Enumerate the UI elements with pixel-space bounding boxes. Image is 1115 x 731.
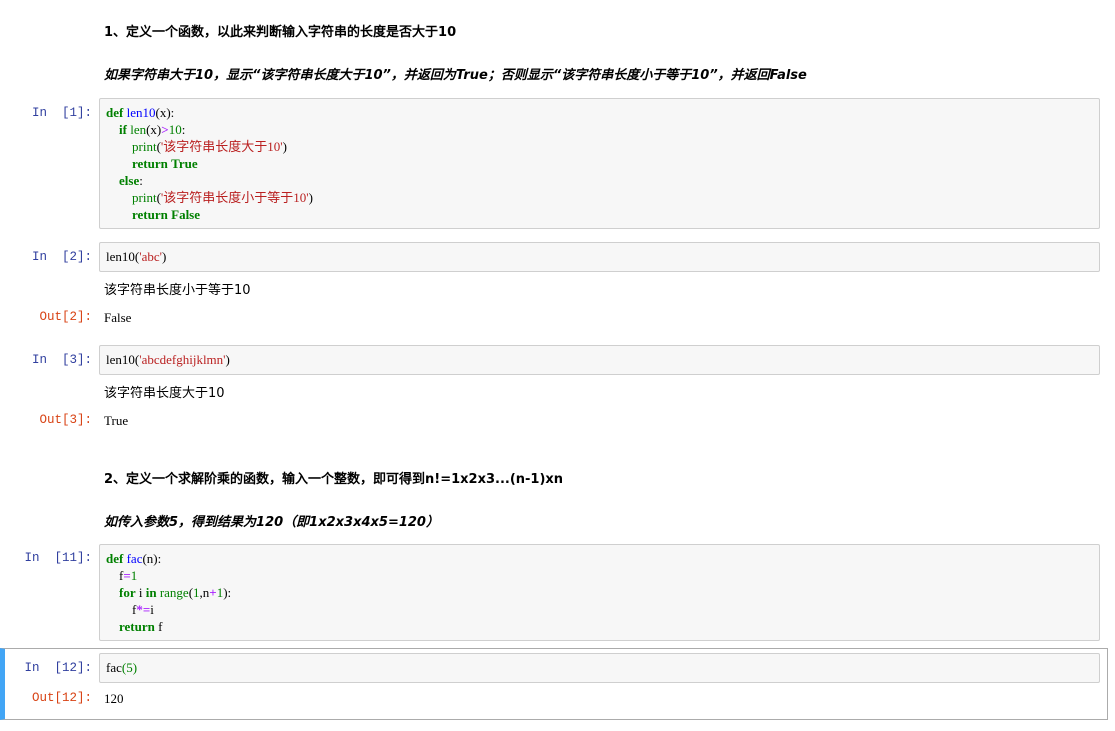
- func-sig: (x):: [155, 105, 175, 120]
- op-eq: =: [123, 568, 131, 583]
- code-cell-2[interactable]: len10('abc'): [99, 242, 1100, 272]
- stdout-3: 该字符串长度大于10: [104, 386, 225, 401]
- kw-for: for: [119, 585, 136, 600]
- comma-n: ,n: [199, 585, 210, 600]
- kw-else: else: [119, 173, 140, 188]
- call-name: len10: [106, 249, 135, 264]
- markdown-heading-1: 1、定义一个函数，以此来判断输入字符串的长度是否大于10: [104, 25, 457, 40]
- string-literal: '该字符串长度小于等于10': [160, 190, 309, 205]
- string-literal: '该字符串长度大于10': [160, 139, 283, 154]
- cond-arg: (x): [146, 122, 162, 137]
- func-name: fac: [126, 551, 143, 566]
- string-literal: 'abc': [139, 249, 162, 264]
- kw-false: False: [171, 207, 201, 222]
- kw-return: return: [132, 207, 168, 222]
- colon: :: [181, 122, 186, 137]
- builtin-print: print: [132, 190, 157, 205]
- code-editor-12[interactable]: fac(5): [106, 659, 137, 676]
- op-muleq: *=: [136, 602, 151, 617]
- kw-true: True: [171, 156, 198, 171]
- num-ten: 10: [168, 122, 182, 137]
- num-one: 1: [130, 568, 138, 583]
- call-name: fac: [106, 660, 122, 675]
- code-cell-3[interactable]: len10('abcdefghijklmn'): [99, 345, 1100, 375]
- kw-return: return: [119, 619, 155, 634]
- code-editor-3[interactable]: len10('abcdefghijklmn'): [106, 351, 230, 368]
- code-cell-11[interactable]: def fac(n): f=1 for i in range(1,n+1): f…: [99, 544, 1100, 641]
- in-prompt-12: In [12]:: [24, 661, 92, 675]
- var-i: i: [150, 602, 154, 617]
- return-value: f: [158, 619, 163, 634]
- output-result-3: True: [104, 413, 129, 428]
- kw-return: return: [132, 156, 168, 171]
- paren-close: ): [132, 660, 138, 675]
- stdout-2: 该字符串长度小于等于10: [104, 283, 251, 298]
- in-prompt-2: In [2]:: [31, 250, 92, 264]
- output-result-2: False: [104, 310, 132, 325]
- code-cell-1[interactable]: def len10(x): if len(x)>10: print('该字符串长…: [99, 98, 1100, 229]
- code-editor-2[interactable]: len10('abc'): [106, 248, 166, 265]
- in-prompt-3: In [3]:: [31, 353, 92, 367]
- kw-if: if: [119, 122, 127, 137]
- paren-close: ):: [223, 585, 232, 600]
- markdown-heading-2: 2、定义一个求解阶乘的函数，输入一个整数，即可得到n!=1x2x3...(n-1…: [104, 472, 564, 487]
- out-prompt-12: Out[12]:: [31, 691, 92, 705]
- op-plus: +: [209, 585, 217, 600]
- output-result-12: 120: [104, 691, 124, 706]
- func-name: len10: [126, 105, 156, 120]
- markdown-description-1: 如果字符串大于10，显示“该字符串长度大于10”，并返回为True；否则显示“该…: [104, 68, 807, 83]
- kw-in: in: [145, 585, 157, 600]
- code-editor-11[interactable]: def fac(n): f=1 for i in range(1,n+1): f…: [106, 550, 231, 635]
- code-editor-1[interactable]: def len10(x): if len(x)>10: print('该字符串长…: [106, 104, 313, 223]
- string-literal: 'abcdefghijklmn': [139, 352, 226, 367]
- in-prompt-1: In [1]:: [31, 106, 92, 120]
- builtin-print: print: [132, 139, 157, 154]
- kw-def: def: [106, 105, 124, 120]
- call-name: len10: [106, 352, 135, 367]
- kw-def: def: [106, 551, 124, 566]
- op-gt: >: [161, 122, 169, 137]
- out-prompt-3: Out[3]:: [39, 413, 92, 427]
- builtin-range: range: [159, 585, 189, 600]
- func-sig: (n):: [142, 551, 162, 566]
- var-i: i: [138, 585, 143, 600]
- in-prompt-11: In [11]:: [24, 551, 92, 565]
- builtin-len: len: [130, 122, 147, 137]
- code-cell-12[interactable]: fac(5): [99, 653, 1100, 683]
- out-prompt-2: Out[2]:: [39, 310, 92, 324]
- markdown-description-2: 如传入参数5，得到结果为120（即1x2x3x4x5=120）: [104, 515, 439, 530]
